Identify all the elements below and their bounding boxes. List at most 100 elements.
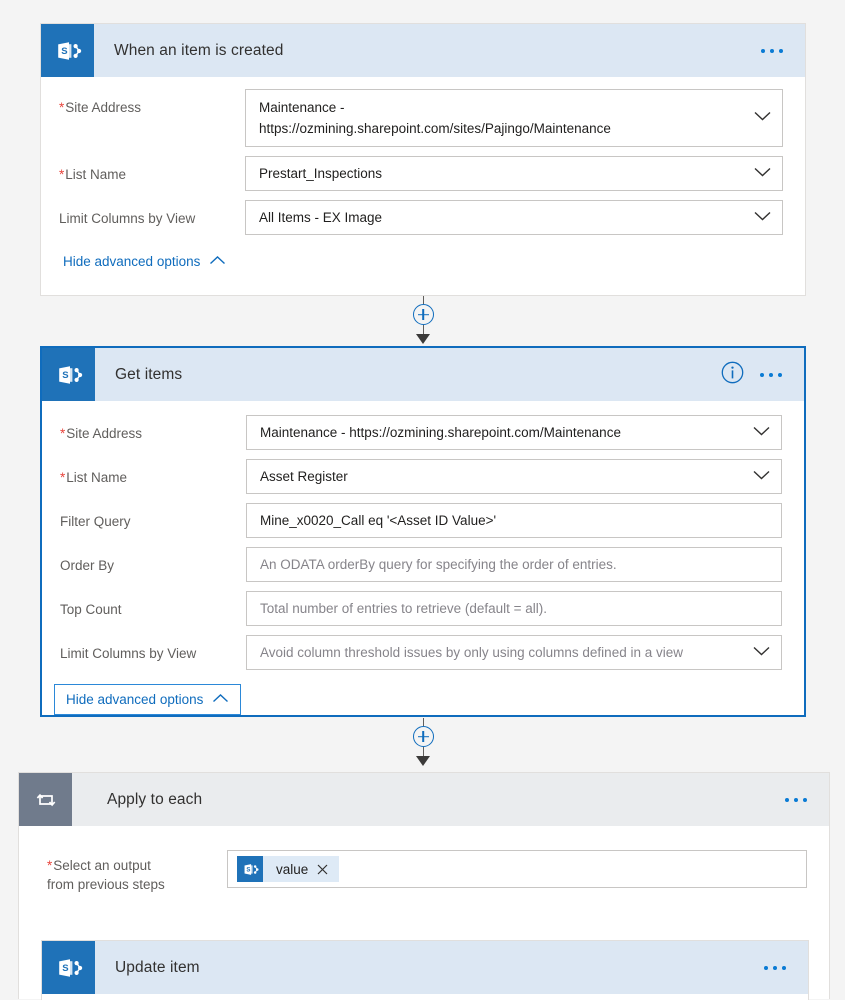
form-row-list-name: *List Name Asset Register xyxy=(42,459,804,494)
connector-line xyxy=(422,718,424,726)
field-value: Mine_x0020_Call eq '<Asset ID Value>' xyxy=(260,513,497,528)
loop-icon xyxy=(19,773,72,826)
list-name-input[interactable]: Asset Register xyxy=(246,459,782,494)
header-actions xyxy=(761,48,805,53)
connector-line xyxy=(422,325,424,334)
field-value: Prestart_Inspections xyxy=(259,166,383,181)
hide-advanced-options-link[interactable]: Hide advanced options xyxy=(54,684,242,715)
form-row-filter-query: Filter Query Mine_x0020_Call eq '<Asset … xyxy=(42,503,804,538)
token-label: value xyxy=(276,861,309,877)
step-card-when-an-item-is-created[interactable]: S When an item is created *Site Address … xyxy=(40,23,806,296)
field-value: Asset Register xyxy=(260,469,348,484)
field-label: *List Name xyxy=(59,167,127,182)
site-address-input[interactable]: Maintenance - https://ozmining.sharepoin… xyxy=(245,89,783,147)
sharepoint-icon: S xyxy=(42,348,95,401)
step-body: *Site Address Maintenance - https://ozmi… xyxy=(42,401,804,715)
arrow-icon xyxy=(416,334,430,344)
svg-text:S: S xyxy=(62,963,68,974)
field-value: Maintenance - https://ozmining.sharepoin… xyxy=(259,100,611,136)
form-row-limit-columns-by-view: Limit Columns by View All Items - EX Ima… xyxy=(41,200,805,235)
form-row-limit-columns-by-view: Limit Columns by View Avoid column thres… xyxy=(42,635,804,670)
field-value: All Items - EX Image xyxy=(259,210,383,225)
step-title: Apply to each xyxy=(107,790,203,808)
connector-line xyxy=(422,296,424,304)
sharepoint-icon: S xyxy=(42,941,95,994)
filter-query-input[interactable]: Mine_x0020_Call eq '<Asset ID Value>' xyxy=(246,503,782,538)
field-value: Maintenance - https://ozmining.sharepoin… xyxy=(260,425,621,440)
form-row-site-address: *Site Address Maintenance - https://ozmi… xyxy=(42,415,804,450)
link-label: Hide advanced options xyxy=(63,254,201,269)
chevron-up-icon xyxy=(209,254,226,269)
field-placeholder: Avoid column threshold issues by only us… xyxy=(260,645,683,660)
chevron-down-icon[interactable] xyxy=(752,424,771,442)
field-label: *Site Address xyxy=(60,426,143,441)
field-label: Limit Columns by View xyxy=(60,646,197,661)
field-label: Order By xyxy=(60,558,115,573)
sharepoint-icon: S xyxy=(41,24,94,77)
connector-2 xyxy=(403,718,443,768)
sharepoint-icon: S xyxy=(237,856,263,882)
required-asterisk: * xyxy=(60,426,66,441)
step-title: Update item xyxy=(115,958,200,976)
token-chip-value[interactable]: S value xyxy=(237,856,340,882)
chevron-down-icon[interactable] xyxy=(752,644,771,662)
field-label: Limit Columns by View xyxy=(59,211,196,226)
step-header[interactable]: S Get items xyxy=(42,348,804,401)
more-options-icon[interactable] xyxy=(764,965,786,970)
limit-columns-by-view-input[interactable]: All Items - EX Image xyxy=(245,200,783,235)
field-label: *Select an output from previous steps xyxy=(47,858,165,892)
arrow-icon xyxy=(416,756,430,766)
step-header[interactable]: S Update item xyxy=(42,941,808,994)
step-body: *Select an output from previous steps S xyxy=(19,826,829,894)
header-actions xyxy=(764,965,808,970)
step-card-get-items[interactable]: S Get items *Site Address Maintenance - … xyxy=(40,346,806,717)
svg-text:S: S xyxy=(62,370,68,381)
chevron-down-icon[interactable] xyxy=(752,468,771,486)
required-asterisk: * xyxy=(47,858,53,873)
more-options-icon[interactable] xyxy=(760,372,782,377)
connector-1 xyxy=(403,296,443,346)
connector-line xyxy=(422,747,424,756)
top-count-input[interactable]: Total number of entries to retrieve (def… xyxy=(246,591,782,626)
field-placeholder: Total number of entries to retrieve (def… xyxy=(260,601,548,616)
hide-advanced-options-link[interactable]: Hide advanced options xyxy=(59,252,230,271)
required-asterisk: * xyxy=(59,167,65,182)
field-label: Filter Query xyxy=(60,514,131,529)
limit-columns-by-view-input[interactable]: Avoid column threshold issues by only us… xyxy=(246,635,782,670)
form-row-site-address: *Site Address Maintenance - https://ozmi… xyxy=(41,89,805,147)
chevron-down-icon[interactable] xyxy=(753,165,772,183)
step-body: *Site Address Maintenance - https://ozmi… xyxy=(41,77,805,271)
step-card-apply-to-each[interactable]: Apply to each *Select an output from pre… xyxy=(18,772,830,1000)
svg-text:S: S xyxy=(61,46,67,57)
info-icon[interactable] xyxy=(721,361,744,389)
link-label: Hide advanced options xyxy=(66,692,204,707)
header-actions xyxy=(785,797,829,802)
required-asterisk: * xyxy=(59,100,65,115)
form-row-select-an-output: *Select an output from previous steps S xyxy=(19,850,829,894)
required-asterisk: * xyxy=(60,470,66,485)
list-name-input[interactable]: Prestart_Inspections xyxy=(245,156,783,191)
select-output-input[interactable]: S value xyxy=(227,850,807,888)
form-row-top-count: Top Count Total number of entries to ret… xyxy=(42,591,804,626)
chevron-down-icon[interactable] xyxy=(753,109,772,127)
chevron-up-icon xyxy=(212,692,229,707)
step-title: Get items xyxy=(115,365,183,383)
step-card-update-item[interactable]: S Update item xyxy=(41,940,809,1000)
add-step-button[interactable] xyxy=(412,726,434,747)
field-label: *Site Address xyxy=(59,100,142,115)
form-row-list-name: *List Name Prestart_Inspections xyxy=(41,156,805,191)
close-icon[interactable] xyxy=(317,864,339,875)
field-label: Top Count xyxy=(60,602,122,617)
step-header[interactable]: S When an item is created xyxy=(41,24,805,77)
order-by-input[interactable]: An ODATA orderBy query for specifying th… xyxy=(246,547,782,582)
more-options-icon[interactable] xyxy=(761,48,783,53)
chevron-down-icon[interactable] xyxy=(753,209,772,227)
site-address-input[interactable]: Maintenance - https://ozmining.sharepoin… xyxy=(246,415,782,450)
add-step-button[interactable] xyxy=(412,304,434,325)
header-actions xyxy=(721,361,804,389)
svg-text:S: S xyxy=(246,867,250,873)
form-row-order-by: Order By An ODATA orderBy query for spec… xyxy=(42,547,804,582)
step-header[interactable]: Apply to each xyxy=(19,773,829,826)
field-label: *List Name xyxy=(60,470,128,485)
more-options-icon[interactable] xyxy=(785,797,807,802)
